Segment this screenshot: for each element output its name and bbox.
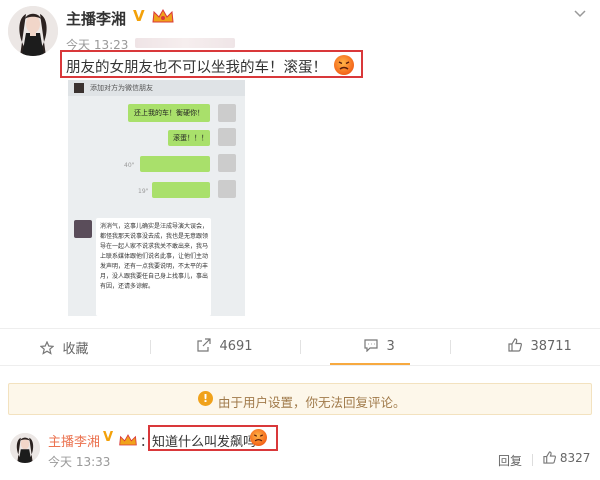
notice-text: 由于用户设置，你无法回复评论。 xyxy=(218,395,406,410)
crown-icon xyxy=(151,8,175,24)
thumbs-up-icon xyxy=(543,451,560,465)
like-count: 38711 xyxy=(530,339,572,354)
thumbs-up-icon xyxy=(508,338,526,354)
comment-button[interactable]: 3 xyxy=(364,338,395,354)
favorite-label: 收藏 xyxy=(62,342,89,357)
comment-timestamp: 今天 13:33 xyxy=(48,455,111,469)
post-text: 朋友的女朋友也不可以坐我的车！滚蛋！ xyxy=(66,60,327,76)
comment-like-button[interactable]: 8327 xyxy=(543,451,590,465)
verified-badge-icon: V xyxy=(133,7,145,25)
divider xyxy=(450,340,451,354)
divider xyxy=(532,454,533,466)
angry-face-emoji-icon xyxy=(250,429,267,446)
chat-header-text: 添加对方为微信朋友 xyxy=(90,84,153,92)
commenter-avatar[interactable] xyxy=(10,433,40,463)
comment-icon xyxy=(364,338,382,354)
share-icon xyxy=(197,338,215,354)
chat-long-text: 消消气，这事儿确实是汪成导演大误会，都怪我那天说事没去成，我也是无意跟领导在一起… xyxy=(100,223,209,290)
like-button[interactable]: 38711 xyxy=(508,338,572,354)
voice-bubble xyxy=(140,156,210,172)
favorite-button[interactable]: 收藏 xyxy=(39,338,89,357)
crown-icon xyxy=(118,432,138,446)
divider xyxy=(0,328,600,329)
chat-avatar xyxy=(218,154,236,172)
verified-badge-icon: V xyxy=(103,430,114,445)
author-avatar[interactable] xyxy=(8,6,58,56)
chat-bubble-text: 还上我的车！衡硬你！ xyxy=(134,109,204,117)
reply-button[interactable]: 回复 xyxy=(498,452,522,469)
chat-avatar xyxy=(74,220,92,238)
voice-duration: 19" xyxy=(138,188,149,195)
repost-count: 4691 xyxy=(219,339,253,354)
info-icon: ! xyxy=(198,391,213,406)
divider xyxy=(300,340,301,354)
star-icon xyxy=(39,340,58,357)
blurred-source xyxy=(135,38,235,48)
repost-button[interactable]: 4691 xyxy=(197,338,253,354)
commenter-name[interactable]: 主播李湘 xyxy=(48,431,100,450)
comment-text: 知道什么叫发飙吗 xyxy=(152,435,257,450)
chat-screenshot-image[interactable]: 添加对方为微信朋友 还上我的车！衡硬你！ 滚蛋！！！ 40" 19" 消消气，这… xyxy=(68,80,245,316)
voice-duration: 40" xyxy=(124,162,135,169)
chat-header-avatar xyxy=(74,83,84,93)
chevron-down-icon[interactable] xyxy=(574,6,586,22)
chat-avatar xyxy=(218,180,236,198)
divider xyxy=(0,365,600,366)
divider xyxy=(150,340,151,354)
chat-bubble-text: 滚蛋！！！ xyxy=(173,134,208,142)
voice-bubble xyxy=(152,182,210,198)
chat-avatar xyxy=(218,104,236,122)
comment-count: 3 xyxy=(386,339,395,354)
chat-avatar xyxy=(218,128,236,146)
author-name[interactable]: 主播李湘 xyxy=(66,8,126,29)
comment-like-count: 8327 xyxy=(559,451,591,465)
angry-face-emoji-icon xyxy=(334,55,354,75)
